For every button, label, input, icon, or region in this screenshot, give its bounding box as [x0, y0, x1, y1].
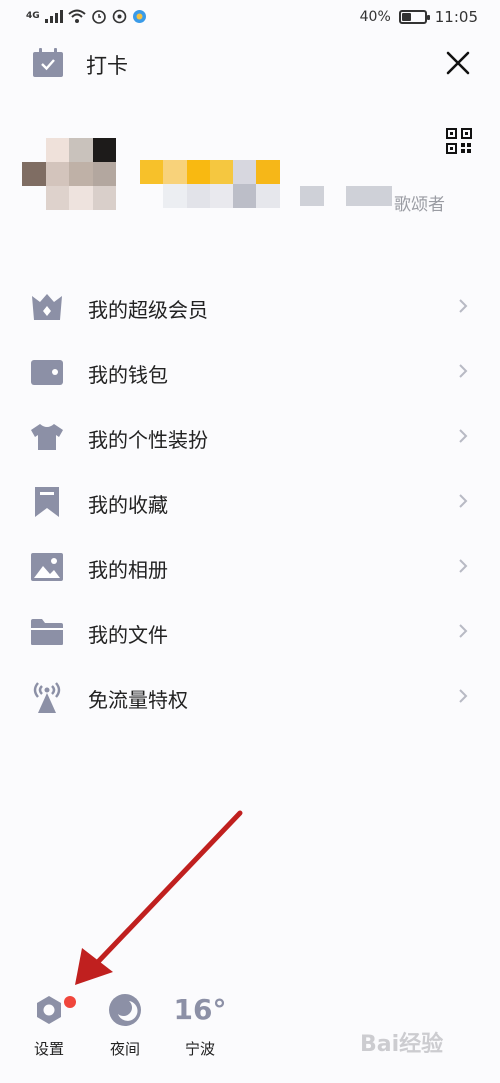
clock: 11:05	[434, 8, 478, 26]
profile-section[interactable]: 歌颂者	[0, 120, 500, 230]
menu-item-label: 我的钱包	[88, 363, 168, 387]
status-bar: 4G 40% 11:05	[0, 0, 500, 36]
wallet-icon	[28, 353, 66, 391]
qr-code-icon	[446, 128, 472, 154]
top-bar: 打卡	[0, 40, 500, 90]
signature-text: 歌颂者	[394, 195, 445, 215]
menu-item-files[interactable]: 我的文件	[0, 599, 500, 664]
chevron-right-icon	[459, 559, 468, 573]
signature-blurred	[300, 186, 324, 206]
night-label: 夜间	[109, 1040, 140, 1058]
status-icons-left: 4G	[26, 8, 147, 24]
battery-fill	[401, 13, 412, 21]
weather-widget[interactable]: 16° 宁波	[173, 990, 227, 1059]
menu-item-label: 我的超级会员	[88, 298, 208, 322]
wifi-icon	[67, 9, 86, 23]
signature-blurred	[346, 186, 392, 206]
cell-signal-icon	[44, 9, 63, 23]
qr-code-button[interactable]	[446, 128, 472, 154]
menu-list: 我的超级会员 我的钱包 我的个性装扮 我的收藏 我的相册 我的文件 免流量特权	[0, 274, 500, 729]
menu-item-label: 我的文件	[88, 623, 168, 647]
calendar-check-icon[interactable]	[32, 48, 64, 82]
settings-label: 设置	[33, 1040, 64, 1058]
checkin-label[interactable]: 打卡	[86, 50, 128, 80]
chevron-right-icon	[459, 299, 468, 313]
temperature: 16°	[173, 993, 227, 1026]
menu-item-super-vip[interactable]: 我的超级会员	[0, 274, 500, 339]
avatar[interactable]	[22, 138, 116, 210]
menu-item-wallet[interactable]: 我的钱包	[0, 339, 500, 404]
menu-item-label: 我的收藏	[88, 493, 168, 517]
menu-item-label: 免流量特权	[88, 688, 188, 712]
close-button[interactable]	[441, 46, 475, 80]
chevron-right-icon	[459, 429, 468, 443]
settings-icon	[37, 996, 61, 1024]
moon-icon	[109, 994, 141, 1026]
chevron-right-icon	[459, 624, 468, 638]
menu-item-favorites[interactable]: 我的收藏	[0, 469, 500, 534]
notification-dot	[64, 996, 76, 1008]
chevron-right-icon	[459, 689, 468, 703]
battery-percent: 40%	[359, 9, 391, 25]
photo-icon	[28, 548, 66, 586]
bookmark-icon	[28, 483, 66, 521]
night-mode-button[interactable]: 夜间	[104, 990, 146, 1059]
menu-item-data-free[interactable]: 免流量特权	[0, 664, 500, 729]
settings-button[interactable]: 设置	[28, 990, 76, 1059]
menu-item-album[interactable]: 我的相册	[0, 534, 500, 599]
tshirt-icon	[28, 418, 66, 456]
menu-item-personalize[interactable]: 我的个性装扮	[0, 404, 500, 469]
network-type: 4G	[26, 11, 40, 21]
level-badges-blurred	[140, 184, 280, 208]
battery-icon	[398, 10, 430, 24]
app-notification-icon	[132, 9, 146, 23]
nickname-blurred	[140, 160, 280, 184]
folder-icon	[28, 613, 66, 651]
status-icons-right: 40% 11:05	[360, 8, 478, 26]
sync-icon	[112, 9, 126, 23]
watermark: Bai经验	[360, 1032, 444, 1057]
signal-tower-icon	[28, 678, 66, 716]
alarm-icon	[91, 10, 106, 24]
chevron-right-icon	[459, 364, 468, 378]
close-icon	[446, 51, 470, 75]
chevron-right-icon	[459, 494, 468, 508]
city-label: 宁波	[184, 1040, 215, 1058]
menu-item-label: 我的个性装扮	[88, 428, 208, 452]
crown-icon	[28, 288, 66, 326]
menu-item-label: 我的相册	[88, 558, 168, 582]
